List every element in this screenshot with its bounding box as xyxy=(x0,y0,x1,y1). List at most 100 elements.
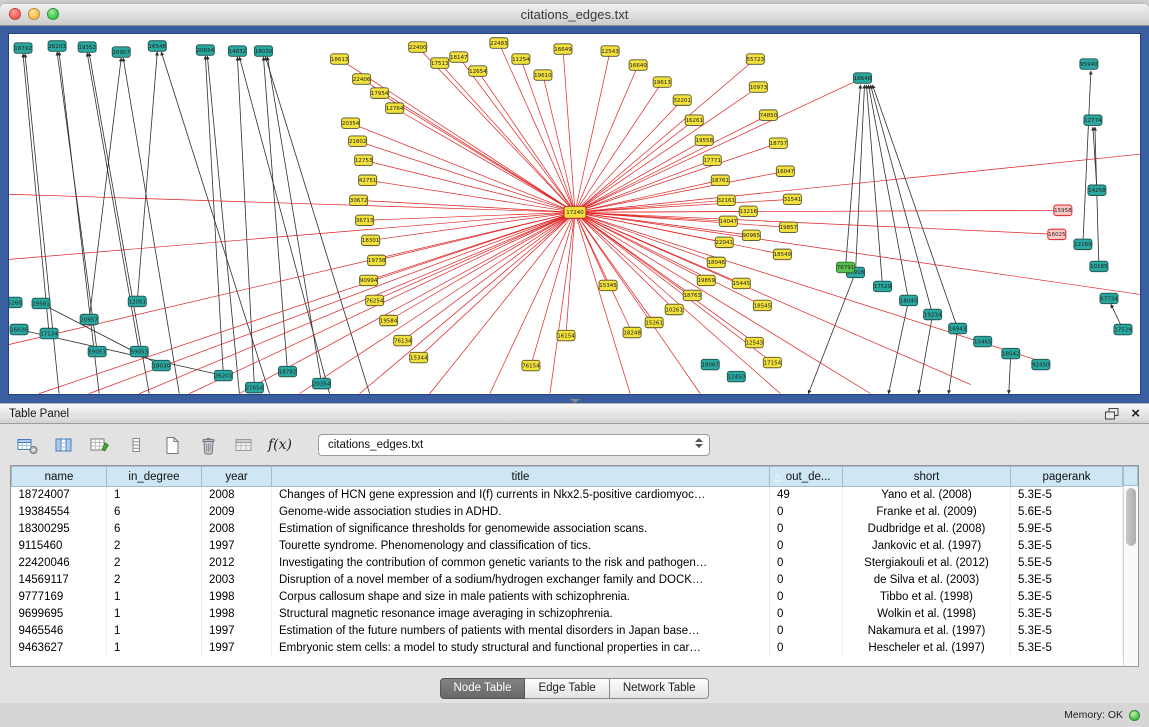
network-node[interactable]: 17954 xyxy=(371,88,389,99)
network-node[interactable]: 18046 xyxy=(707,257,725,268)
network-node[interactable]: 92450 xyxy=(1032,359,1050,370)
network-graph[interactable]: 1879226203193522095716548206541483218030… xyxy=(9,34,1140,394)
show-columns-button[interactable] xyxy=(52,434,76,456)
network-node[interactable]: 20354 xyxy=(342,118,360,129)
network-node[interactable]: 20957 xyxy=(80,314,98,325)
network-node[interactable]: 18792 xyxy=(278,366,296,377)
network-node[interactable]: 25260 xyxy=(9,297,22,308)
window-titlebar[interactable]: citations_edges.txt xyxy=(0,4,1149,26)
table-row[interactable]: 969969511998Structural magnetic resonanc… xyxy=(12,606,1123,623)
network-node[interactable]: 14047 xyxy=(719,216,737,227)
minimize-window-button[interactable] xyxy=(28,8,40,20)
network-node[interactable]: 90994 xyxy=(360,275,378,286)
network-node[interactable]: 18542 xyxy=(1002,348,1020,359)
network-node[interactable]: 95940 xyxy=(1080,59,1098,70)
network-node[interactable]: 16154 xyxy=(557,330,575,341)
network-node[interactable]: 12543 xyxy=(745,337,763,348)
network-node[interactable]: 19613 xyxy=(653,77,671,88)
network-node[interactable]: 10165 xyxy=(1090,261,1108,272)
network-node[interactable]: 14832 xyxy=(228,46,246,57)
network-node[interactable]: 74850 xyxy=(759,110,777,121)
network-node[interactable]: 32201 xyxy=(673,95,691,106)
network-node[interactable]: 19857 xyxy=(779,222,797,233)
network-node[interactable]: 20654 xyxy=(196,45,214,56)
network-node[interactable]: 16047 xyxy=(776,166,794,177)
network-node[interactable]: 16943 xyxy=(949,323,967,334)
network-canvas[interactable]: 1879226203193522095716548206541483218030… xyxy=(8,33,1141,395)
close-panel-icon[interactable]: × xyxy=(1131,406,1140,421)
network-node[interactable]: 16025 xyxy=(1048,229,1066,240)
table-row[interactable]: 1872400712008Changes of HCN gene express… xyxy=(12,487,1123,504)
network-node[interactable]: 18301 xyxy=(362,235,380,246)
tab-node-table[interactable]: Node Table xyxy=(440,678,526,699)
network-node[interactable]: 17771 xyxy=(703,155,721,166)
column-header-in_degree[interactable]: in_degree xyxy=(107,467,202,487)
network-node[interactable]: 22041 xyxy=(715,237,733,248)
float-panel-icon[interactable] xyxy=(1105,408,1119,420)
tab-edge-table[interactable]: Edge Table xyxy=(525,678,609,699)
table-row[interactable]: 1456911722003Disruption of a novel membe… xyxy=(12,572,1123,589)
column-header-title[interactable]: title xyxy=(272,467,770,487)
network-node[interactable]: 16261 xyxy=(685,115,703,126)
table-row[interactable]: 1938455462009Genome-wide association stu… xyxy=(12,504,1123,521)
table-scrollbar[interactable] xyxy=(1123,486,1138,666)
network-node[interactable]: 16026 xyxy=(10,324,28,335)
new-table-button[interactable] xyxy=(160,434,184,456)
close-window-button[interactable] xyxy=(9,8,21,20)
network-node[interactable]: 19738 xyxy=(368,255,386,266)
table-selector-combobox[interactable]: citations_edges.txt xyxy=(318,434,710,456)
network-node[interactable]: 19584 xyxy=(380,315,398,326)
network-node[interactable]: 16640 xyxy=(629,60,647,71)
network-node[interactable]: 55723 xyxy=(746,54,764,65)
network-node[interactable]: 16648 xyxy=(853,73,871,84)
network-node[interactable]: 15261 xyxy=(645,317,663,328)
network-node[interactable]: 10465 xyxy=(974,336,992,347)
network-node[interactable]: 19067 xyxy=(701,359,719,370)
zoom-window-button[interactable] xyxy=(47,8,59,20)
table-options-button[interactable] xyxy=(16,434,40,456)
network-node[interactable]: 17529 xyxy=(874,281,892,292)
network-node[interactable]: 19234 xyxy=(924,309,942,320)
network-node[interactable]: 18761 xyxy=(711,175,729,186)
column-header-out_de[interactable]: △out_de... xyxy=(770,467,843,487)
network-node[interactable]: 12543 xyxy=(601,46,619,57)
network-node[interactable]: 16649 xyxy=(554,44,572,55)
network-node[interactable]: 16548 xyxy=(148,41,166,52)
tab-network-table[interactable]: Network Table xyxy=(610,678,710,699)
network-node[interactable]: 19610 xyxy=(534,70,552,81)
network-node[interactable]: 10261 xyxy=(665,304,683,315)
network-node[interactable]: 22400 xyxy=(409,42,427,53)
edit-table-button[interactable] xyxy=(88,434,112,456)
network-node[interactable]: 15344 xyxy=(410,352,428,363)
network-node[interactable]: 18147 xyxy=(450,52,468,63)
network-node[interactable]: 18763 xyxy=(683,290,701,301)
table-row[interactable]: 946362711997Embryonic stem cells: a mode… xyxy=(12,640,1123,657)
network-node[interactable]: 90965 xyxy=(742,230,760,241)
network-node[interactable]: 26203 xyxy=(214,370,232,381)
function-builder-button[interactable]: f(x) xyxy=(268,434,292,456)
column-header-pagerank[interactable]: pagerank xyxy=(1011,467,1123,487)
network-node[interactable]: 12774 xyxy=(1084,115,1102,126)
network-node[interactable]: 12169 xyxy=(1074,239,1092,250)
network-node[interactable]: 20957 xyxy=(112,47,130,58)
network-node[interactable]: 31541 xyxy=(783,194,801,205)
network-node[interactable]: 26203 xyxy=(48,41,66,52)
hub-node[interactable]: 17240 xyxy=(564,206,586,218)
column-header-year[interactable]: year xyxy=(202,467,272,487)
column-header-short[interactable]: short xyxy=(843,467,1011,487)
rows-button[interactable] xyxy=(124,434,148,456)
network-node[interactable]: 12051 xyxy=(128,296,146,307)
network-node[interactable]: 18248 xyxy=(623,327,641,338)
table-row[interactable]: 911546021997Tourette syndrome. Phenomeno… xyxy=(12,538,1123,555)
network-node[interactable]: 76154 xyxy=(522,360,540,371)
network-node[interactable]: 67734 xyxy=(1100,293,1118,304)
import-table-button[interactable] xyxy=(232,434,256,456)
network-node[interactable]: 15445 xyxy=(732,278,750,289)
network-node[interactable]: 32161 xyxy=(717,195,735,206)
network-node[interactable]: 21654 xyxy=(245,382,263,393)
column-header-name[interactable]: name xyxy=(12,467,107,487)
network-node[interactable]: 42751 xyxy=(359,175,377,186)
network-node[interactable]: 22483 xyxy=(490,38,508,49)
network-node[interactable]: 18030 xyxy=(254,46,272,57)
network-node[interactable]: 76791 xyxy=(836,262,854,273)
